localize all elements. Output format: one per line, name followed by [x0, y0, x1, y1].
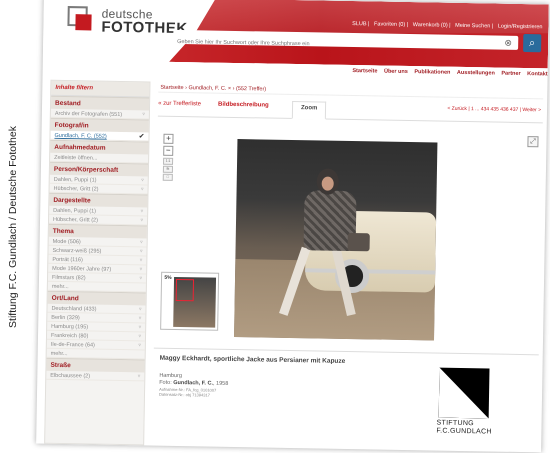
mainnav-partner[interactable]: Partner — [501, 71, 520, 77]
filter-item[interactable]: mehr... — [46, 348, 145, 360]
site-header: deutsche FOTOTHEK SLUB | Favoriten (0) |… — [42, 0, 549, 69]
filter-item[interactable]: Hübscher, Gritt (2) ▿ — [49, 183, 148, 195]
filter-funnel-icon[interactable]: ▿ — [139, 324, 142, 330]
mainnav-kontakt[interactable]: Kontakt — [527, 71, 548, 77]
browser-screenshot: deutsche FOTOTHEK SLUB | Favoriten (0) |… — [36, 0, 549, 453]
tab-zoom[interactable]: Zoom — [291, 100, 327, 120]
back-to-results-link[interactable]: « zur Trefferliste — [158, 101, 201, 108]
filter-funnel-icon[interactable]: ▿ — [139, 315, 142, 321]
filter-list: Bestand Archiv der Fotografen (551) ▿ Fotog… — [46, 95, 150, 382]
filter-funnel-icon[interactable]: ▿ — [140, 217, 143, 223]
filter-item-label: Hübscher, Gritt (2) — [52, 216, 99, 224]
filter-funnel-icon[interactable]: ▿ — [140, 257, 143, 263]
filter-item-label: Elbchaussee (2) — [50, 372, 91, 380]
zoom-in-button[interactable]: + — [163, 133, 174, 144]
topnav-meine-suchen[interactable]: Meine Suchen — [455, 23, 490, 30]
filter-item-label: Porträt (116) — [52, 256, 83, 264]
filter-item[interactable]: Gundlach, F. C. (552) ✔ — [50, 130, 149, 142]
zoom-reset-button[interactable]: □ — [162, 173, 173, 181]
topnav-favoriten[interactable]: Favoriten (0) — [374, 21, 405, 28]
filter-funnel-icon[interactable]: ▿ — [141, 177, 144, 183]
sidebar-title: Inhalte filtern — [51, 80, 150, 98]
close-icon[interactable]: ⊗ — [502, 37, 514, 49]
image-caption: Maggy Eckhardt, sportliche Jacke aus Per… — [152, 347, 539, 451]
filter-item-label: Deutschland (433) — [51, 305, 97, 313]
caption-title: Maggy Eckhardt, sportliche Jacke aus Per… — [159, 354, 346, 365]
image-viewer[interactable]: + − 1:1 fit □ ⤢ 5% — [154, 128, 543, 349]
filter-item[interactable]: Elbchaussee (2) ▿ — [46, 370, 145, 382]
zoom-out-button[interactable]: − — [163, 145, 174, 156]
filter-item[interactable]: mehr... — [47, 281, 146, 293]
photographer-link[interactable]: Gundlach, F. C. — [173, 380, 213, 387]
breadcrumb[interactable]: Startseite › Gundlach, F. C. × › (552 Tr… — [158, 81, 544, 100]
logo-icon — [67, 6, 93, 32]
filter-funnel-icon[interactable]: ▿ — [140, 239, 143, 245]
filter-item-label: Dahlen, Puppi (1) — [53, 176, 97, 184]
filter-item-label: Schwarz-weiß (295) — [52, 247, 102, 255]
mainnav-startseite[interactable]: Startseite — [352, 68, 377, 74]
search-button[interactable]: ⌕ — [523, 33, 542, 53]
filter-item-label: Dahlen, Puppi (1) — [53, 207, 97, 215]
filter-item-label: Zeitleiste öffnen... — [54, 154, 98, 162]
tab-description[interactable]: Bildbeschreibung — [218, 102, 269, 109]
filter-funnel-icon[interactable]: ▿ — [142, 111, 145, 117]
filter-item-label: mehr... — [50, 350, 68, 358]
fashion-photo[interactable] — [234, 139, 438, 341]
zoom-fit-button[interactable]: fit — [162, 165, 173, 173]
filter-funnel-icon[interactable]: ▿ — [141, 186, 144, 192]
filter-funnel-icon[interactable]: ▿ — [138, 342, 141, 348]
filter-item-label: Filmstars (82) — [51, 274, 86, 282]
main-content: Startseite › Gundlach, F. C. × › (552 Tr… — [152, 81, 544, 453]
zoom-controls: + − 1:1 fit □ — [162, 133, 174, 182]
checkmark-icon[interactable]: ✔ — [139, 132, 145, 140]
topnav-warenkorb[interactable]: Warenkorb (0) — [413, 22, 448, 29]
filter-funnel-icon[interactable]: ▿ — [139, 306, 142, 312]
filter-sidebar: Inhalte filtern Bestand Archiv der Fotogr… — [44, 79, 151, 446]
photo-credit-text: Stiftung F.C. Gundlach / Deutsche Fototh… — [7, 125, 19, 328]
tab-bar: « zur Trefferliste Bildbeschreibung Zoom… — [157, 98, 544, 124]
filter-funnel-icon[interactable]: ▿ — [138, 373, 141, 379]
filter-item-label: Frankreich (80) — [50, 332, 89, 340]
topnav-slub[interactable]: SLUB — [352, 21, 366, 27]
filter-item-label: Hamburg (195) — [51, 323, 89, 331]
navigator-viewport[interactable] — [175, 278, 195, 302]
dataset-number: Datensatz-Nr.: obj 71394317 — [158, 391, 210, 398]
filter-funnel-icon[interactable]: ▿ — [139, 275, 142, 281]
filter-funnel-icon[interactable]: ▿ — [141, 208, 144, 214]
filter-item-label: Archiv der Fotografen (551) — [54, 110, 123, 119]
stiftung-logo: STIFTUNG F.C.GUNDLACH — [430, 367, 501, 442]
caption-details: Hamburg Foto: Gundlach, F. C., 1958 Aufn… — [159, 373, 229, 398]
mainnav-ausstellungen[interactable]: Ausstellungen — [457, 70, 495, 77]
search-icon: ⌕ — [528, 37, 536, 50]
zoom-percent: 5% — [164, 274, 172, 281]
mainnav-publikationen[interactable]: Publikationen — [414, 69, 450, 76]
filter-funnel-icon[interactable]: ▿ — [138, 333, 141, 339]
photo-credit: Stiftung F.C. Gundlach / Deutsche Fototh… — [2, 0, 24, 453]
filter-funnel-icon[interactable]: ▿ — [140, 248, 143, 254]
filter-item[interactable]: Archiv der Fotografen (551) ▿ — [50, 108, 149, 120]
filter-item-label: Mode 1960er Jahre (97) — [52, 265, 112, 273]
filter-item[interactable]: Hübscher, Gritt (2) ▿ — [48, 214, 148, 226]
fullscreen-icon[interactable]: ⤢ — [527, 136, 539, 148]
result-pager[interactable]: < Zurück | 1 ... 434 435 436 437 | Weite… — [447, 106, 541, 114]
mainnav-ueber-uns[interactable]: Über uns — [384, 69, 408, 75]
filter-item-label: Hübscher, Gritt (2) — [53, 185, 99, 193]
main-navigation: Startseite Über uns Publikationen Ausste… — [318, 67, 548, 81]
filter-item[interactable]: Zeitleiste öffnen... — [50, 152, 149, 164]
filter-item-label: Mode (506) — [52, 238, 81, 246]
filter-funnel-icon[interactable]: ▿ — [140, 266, 143, 272]
topnav-login[interactable]: Login/Registrieren — [498, 24, 543, 31]
filter-item-label: Ile-de-France (64) — [50, 341, 95, 349]
filter-item-label: Gundlach, F. C. (552) — [54, 132, 107, 140]
navigator-thumbnail[interactable]: 5% — [160, 271, 220, 331]
zoom-actual-size-button[interactable]: 1:1 — [163, 157, 174, 165]
filter-item-label: Berlin (329) — [51, 314, 80, 322]
filter-item-label: mehr... — [51, 283, 69, 291]
